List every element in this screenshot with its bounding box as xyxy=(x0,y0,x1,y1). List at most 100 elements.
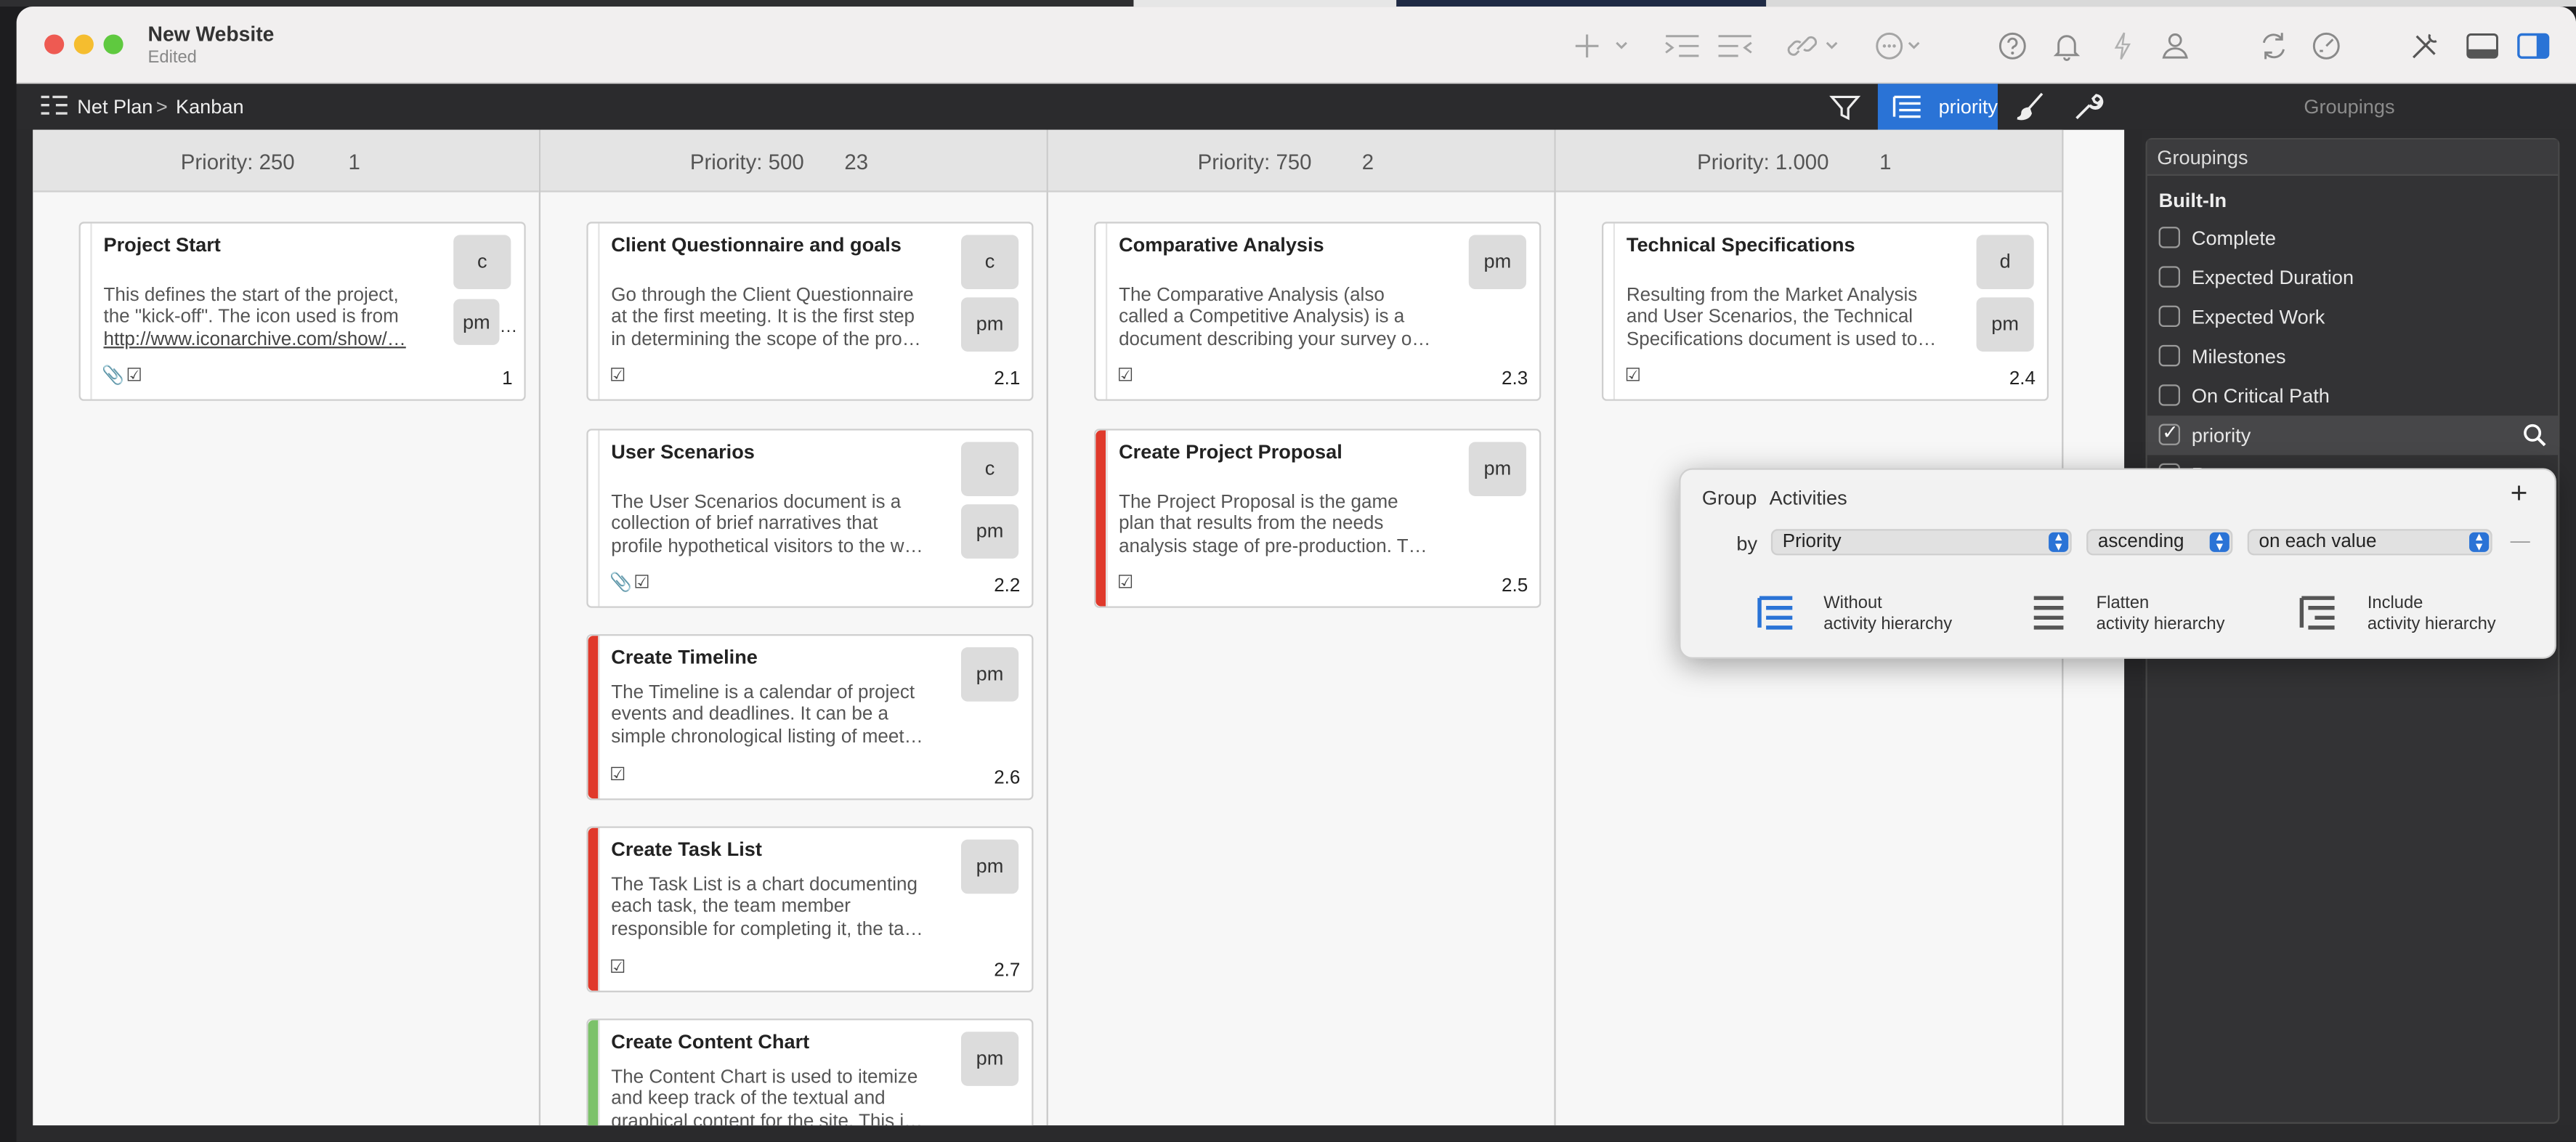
group-order-select[interactable]: ascending ▲ ▼ xyxy=(2086,529,2233,556)
link-menu-chevron-icon[interactable] xyxy=(1823,30,1840,62)
card-title: Create Project Proposal xyxy=(1119,440,1342,463)
grouping-option-priority[interactable]: priority xyxy=(2147,416,2559,455)
task-card[interactable]: Comparative Analysis The Comparative Ana… xyxy=(1094,222,1542,401)
indent-icon[interactable] xyxy=(1663,30,1702,62)
card-number: 2.4 xyxy=(2009,369,2036,389)
grouping-option-complete[interactable]: Complete xyxy=(2147,219,2558,258)
checkbox-checked[interactable] xyxy=(2158,421,2181,445)
column-count: 1 xyxy=(1879,149,1892,174)
task-card[interactable]: Create Task List The Task List is a char… xyxy=(586,826,1034,992)
include-hierarchy-option[interactable]: Include activity hierarchy xyxy=(2298,588,2545,641)
lightning-icon[interactable] xyxy=(2111,30,2134,62)
card-number: 2.5 xyxy=(1502,576,1528,596)
flatten-hierarchy-label: Flatten activity hierarchy xyxy=(2096,593,2225,633)
priority-grouping-label: priority xyxy=(1938,95,1998,118)
priority-grouping-button[interactable]: priority xyxy=(1877,84,1998,130)
checkbox[interactable] xyxy=(2158,305,2181,328)
checkbox[interactable] xyxy=(2158,344,2181,367)
card-description: Go through the Client Questionnaire at t… xyxy=(611,286,921,350)
title-bar: New Website Edited xyxy=(16,7,2576,84)
column-header: Priority: 250 1 xyxy=(33,129,539,193)
grouping-option-expected-duration[interactable]: Expected Duration xyxy=(2147,258,2558,297)
dashboard-gauge-icon[interactable] xyxy=(2310,30,2343,62)
column-header: Priority: 500 23 xyxy=(540,129,1047,193)
navigation-bar: Net Plan > Kanban priority Groupings xyxy=(16,84,2576,130)
without-hierarchy-icon xyxy=(1757,596,1793,630)
card-number: 1 xyxy=(502,369,513,389)
checkbox[interactable] xyxy=(2158,266,2181,288)
card-description: The Timeline is a calendar of project ev… xyxy=(611,683,923,748)
task-card[interactable]: Create Content Chart The Content Chart i… xyxy=(586,1019,1034,1126)
task-card[interactable]: Client Questionnaire and goals Go throug… xyxy=(586,222,1034,401)
resource-badge: c xyxy=(453,235,511,290)
task-card[interactable]: User Scenarios The User Scenarios docume… xyxy=(586,429,1034,608)
help-icon[interactable] xyxy=(1996,30,2029,62)
person-icon[interactable] xyxy=(2159,30,2192,62)
column-title: Priority: 500 xyxy=(689,149,804,174)
remove-grouping-button[interactable]: — xyxy=(2511,529,2530,552)
notifications-bell-icon[interactable] xyxy=(2050,30,2083,62)
inspector-header: Groupings xyxy=(2304,95,2395,118)
card-title: Create Timeline xyxy=(611,645,758,669)
add-icon[interactable] xyxy=(1574,30,1600,62)
group-target: Activities xyxy=(1769,486,1847,510)
search-icon[interactable] xyxy=(2522,422,2548,448)
checkbox[interactable] xyxy=(2158,227,2181,248)
filter-icon[interactable] xyxy=(1827,90,1863,123)
note-icon: ☑ xyxy=(1624,366,1643,386)
resource-badge: pm xyxy=(960,647,1019,702)
card-description: This defines the start of the project, t… xyxy=(103,286,406,350)
resource-badge: pm xyxy=(1976,297,2034,352)
card-title: Client Questionnaire and goals xyxy=(611,233,902,256)
resource-badge: pm xyxy=(1468,442,1526,496)
refresh-icon[interactable] xyxy=(2257,30,2290,62)
without-hierarchy-option[interactable]: Without activity hierarchy xyxy=(1754,588,2017,641)
wrench-icon[interactable] xyxy=(2070,90,2106,123)
grouping-option-milestones[interactable]: Milestones xyxy=(2147,337,2558,376)
breadcrumb-root[interactable]: Net Plan xyxy=(77,95,153,118)
card-title: Project Start xyxy=(103,233,221,256)
card-title: Create Task List xyxy=(611,838,762,862)
resource-badge: pm xyxy=(960,297,1019,352)
column-title: Priority: 750 xyxy=(1197,149,1312,174)
card-title: Create Content Chart xyxy=(611,1029,810,1053)
grouping-option-expected-work[interactable]: Expected Work xyxy=(2147,297,2558,336)
zoom-window-button[interactable] xyxy=(103,34,123,54)
tools-icon[interactable] xyxy=(2408,30,2441,62)
close-window-button[interactable] xyxy=(44,34,65,54)
outline-view-icon[interactable] xyxy=(39,92,76,125)
task-card[interactable]: Technical Specifications Resulting from … xyxy=(1601,222,2049,401)
include-hierarchy-label: Include activity hierarchy xyxy=(2367,593,2496,633)
link-icon[interactable] xyxy=(1787,30,1818,62)
note-icon: ☑ xyxy=(609,765,628,785)
task-card[interactable]: Create Timeline The Timeline is a calend… xyxy=(586,633,1034,801)
document-status: Edited xyxy=(147,47,197,68)
resource-badge: c xyxy=(960,442,1019,496)
card-description: The Task List is a chart documenting eac… xyxy=(611,875,923,940)
app-window: New Website Edited Net Plan > Kanban pri… xyxy=(16,7,2576,1142)
flatten-hierarchy-option[interactable]: Flatten activity hierarchy xyxy=(2028,588,2291,641)
resource-badge: pm xyxy=(960,839,1019,894)
toggle-sidebar-icon[interactable] xyxy=(2515,30,2551,62)
card-number: 2.2 xyxy=(994,576,1021,596)
card-description: Resulting from the Market Analysis and U… xyxy=(1626,286,1937,350)
breadcrumb-current[interactable]: Kanban xyxy=(176,95,244,118)
add-menu-chevron-icon[interactable] xyxy=(1613,30,1630,62)
by-label: by xyxy=(1736,532,1758,556)
toggle-bottom-panel-icon[interactable] xyxy=(2464,30,2500,62)
task-card[interactable]: Create Project Proposal The Project Prop… xyxy=(1094,429,1542,608)
style-brush-icon[interactable] xyxy=(2014,90,2051,123)
grouping-option-on-critical-path[interactable]: On Critical Path xyxy=(2147,376,2558,416)
group-mode-select[interactable]: on each value ▲ ▼ xyxy=(2247,529,2492,556)
note-icon: ☑ xyxy=(1117,573,1135,594)
group-field-select[interactable]: Priority ▲ ▼ xyxy=(1770,529,2072,556)
minimize-window-button[interactable] xyxy=(73,34,94,54)
chevron-updown-icon: ▲ ▼ xyxy=(2469,532,2490,554)
more-actions-icon[interactable] xyxy=(1873,30,1922,62)
built-in-section-label: Built-In xyxy=(2158,189,2227,212)
grouping-icon xyxy=(1892,95,1921,118)
checkbox[interactable] xyxy=(2158,384,2181,406)
task-card[interactable]: Project Start This defines the start of … xyxy=(78,222,526,401)
outdent-icon[interactable] xyxy=(1715,30,1754,62)
add-grouping-button[interactable]: + xyxy=(2511,477,2528,511)
